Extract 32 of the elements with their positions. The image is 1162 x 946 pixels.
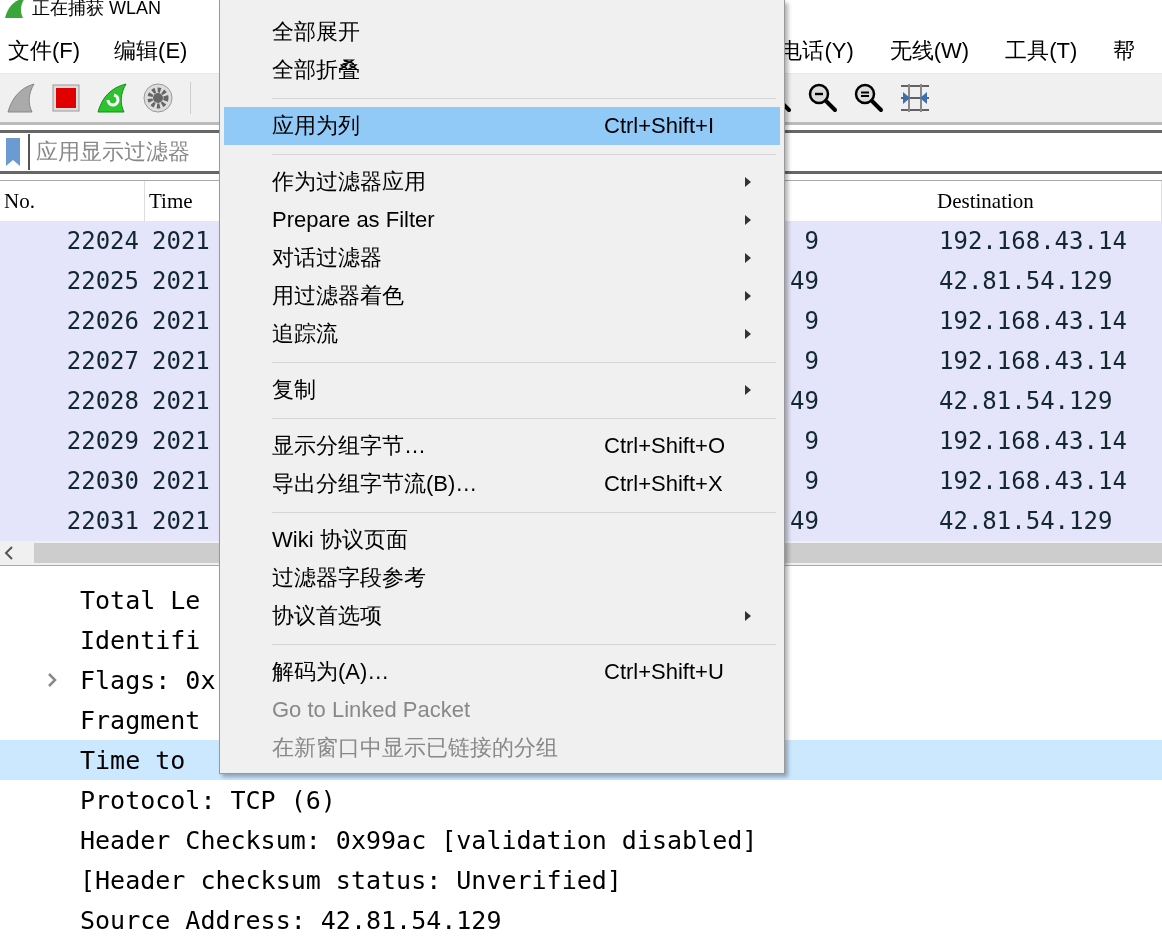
table-cell-text: 42.81.54.129	[938, 507, 1114, 535]
table-cell-text: 49	[789, 387, 820, 415]
table-cell-text: 2021	[151, 507, 211, 535]
table-cell-text: 9	[803, 307, 820, 335]
table-cell-text: 9	[803, 427, 820, 455]
table-cell-text: 2021	[151, 467, 211, 495]
table-cell-text: 22026	[65, 307, 140, 335]
table-cell-text: 49	[789, 267, 820, 295]
table-cell-text: 192.168.43.14	[938, 347, 1128, 375]
table-cell-text: 192.168.43.14	[938, 307, 1128, 335]
table-cell-text: 2021	[151, 347, 211, 375]
table-cell-text: 2021	[151, 427, 211, 455]
table-cell-text: 22025	[65, 267, 140, 295]
table-cell-text: 22031	[65, 507, 140, 535]
table-cell-text: 192.168.43.14	[938, 467, 1128, 495]
table-cell-text: 2021	[151, 267, 211, 295]
table-cell-text: 9	[803, 347, 820, 375]
table-cell-text: 2021	[151, 227, 211, 255]
table-cell-text: 42.81.54.129	[938, 267, 1114, 295]
table-cell-text: 2021	[151, 387, 211, 415]
table-cell-text: 22024	[65, 227, 140, 255]
table-cell-text: 9	[803, 467, 820, 495]
table-cell-text: 42.81.54.129	[938, 387, 1114, 415]
table-cell-text: 192.168.43.14	[938, 427, 1128, 455]
table-cell-text: 22028	[65, 387, 140, 415]
table-cell-text: 192.168.43.14	[938, 227, 1128, 255]
table-cell-text: 2021	[151, 307, 211, 335]
table-cell-text: 9	[803, 227, 820, 255]
table-cell-text: 22030	[65, 467, 140, 495]
table-cell-text: 49	[789, 507, 820, 535]
table-cell-text: 22027	[65, 347, 140, 375]
table-cell-text: 22029	[65, 427, 140, 455]
